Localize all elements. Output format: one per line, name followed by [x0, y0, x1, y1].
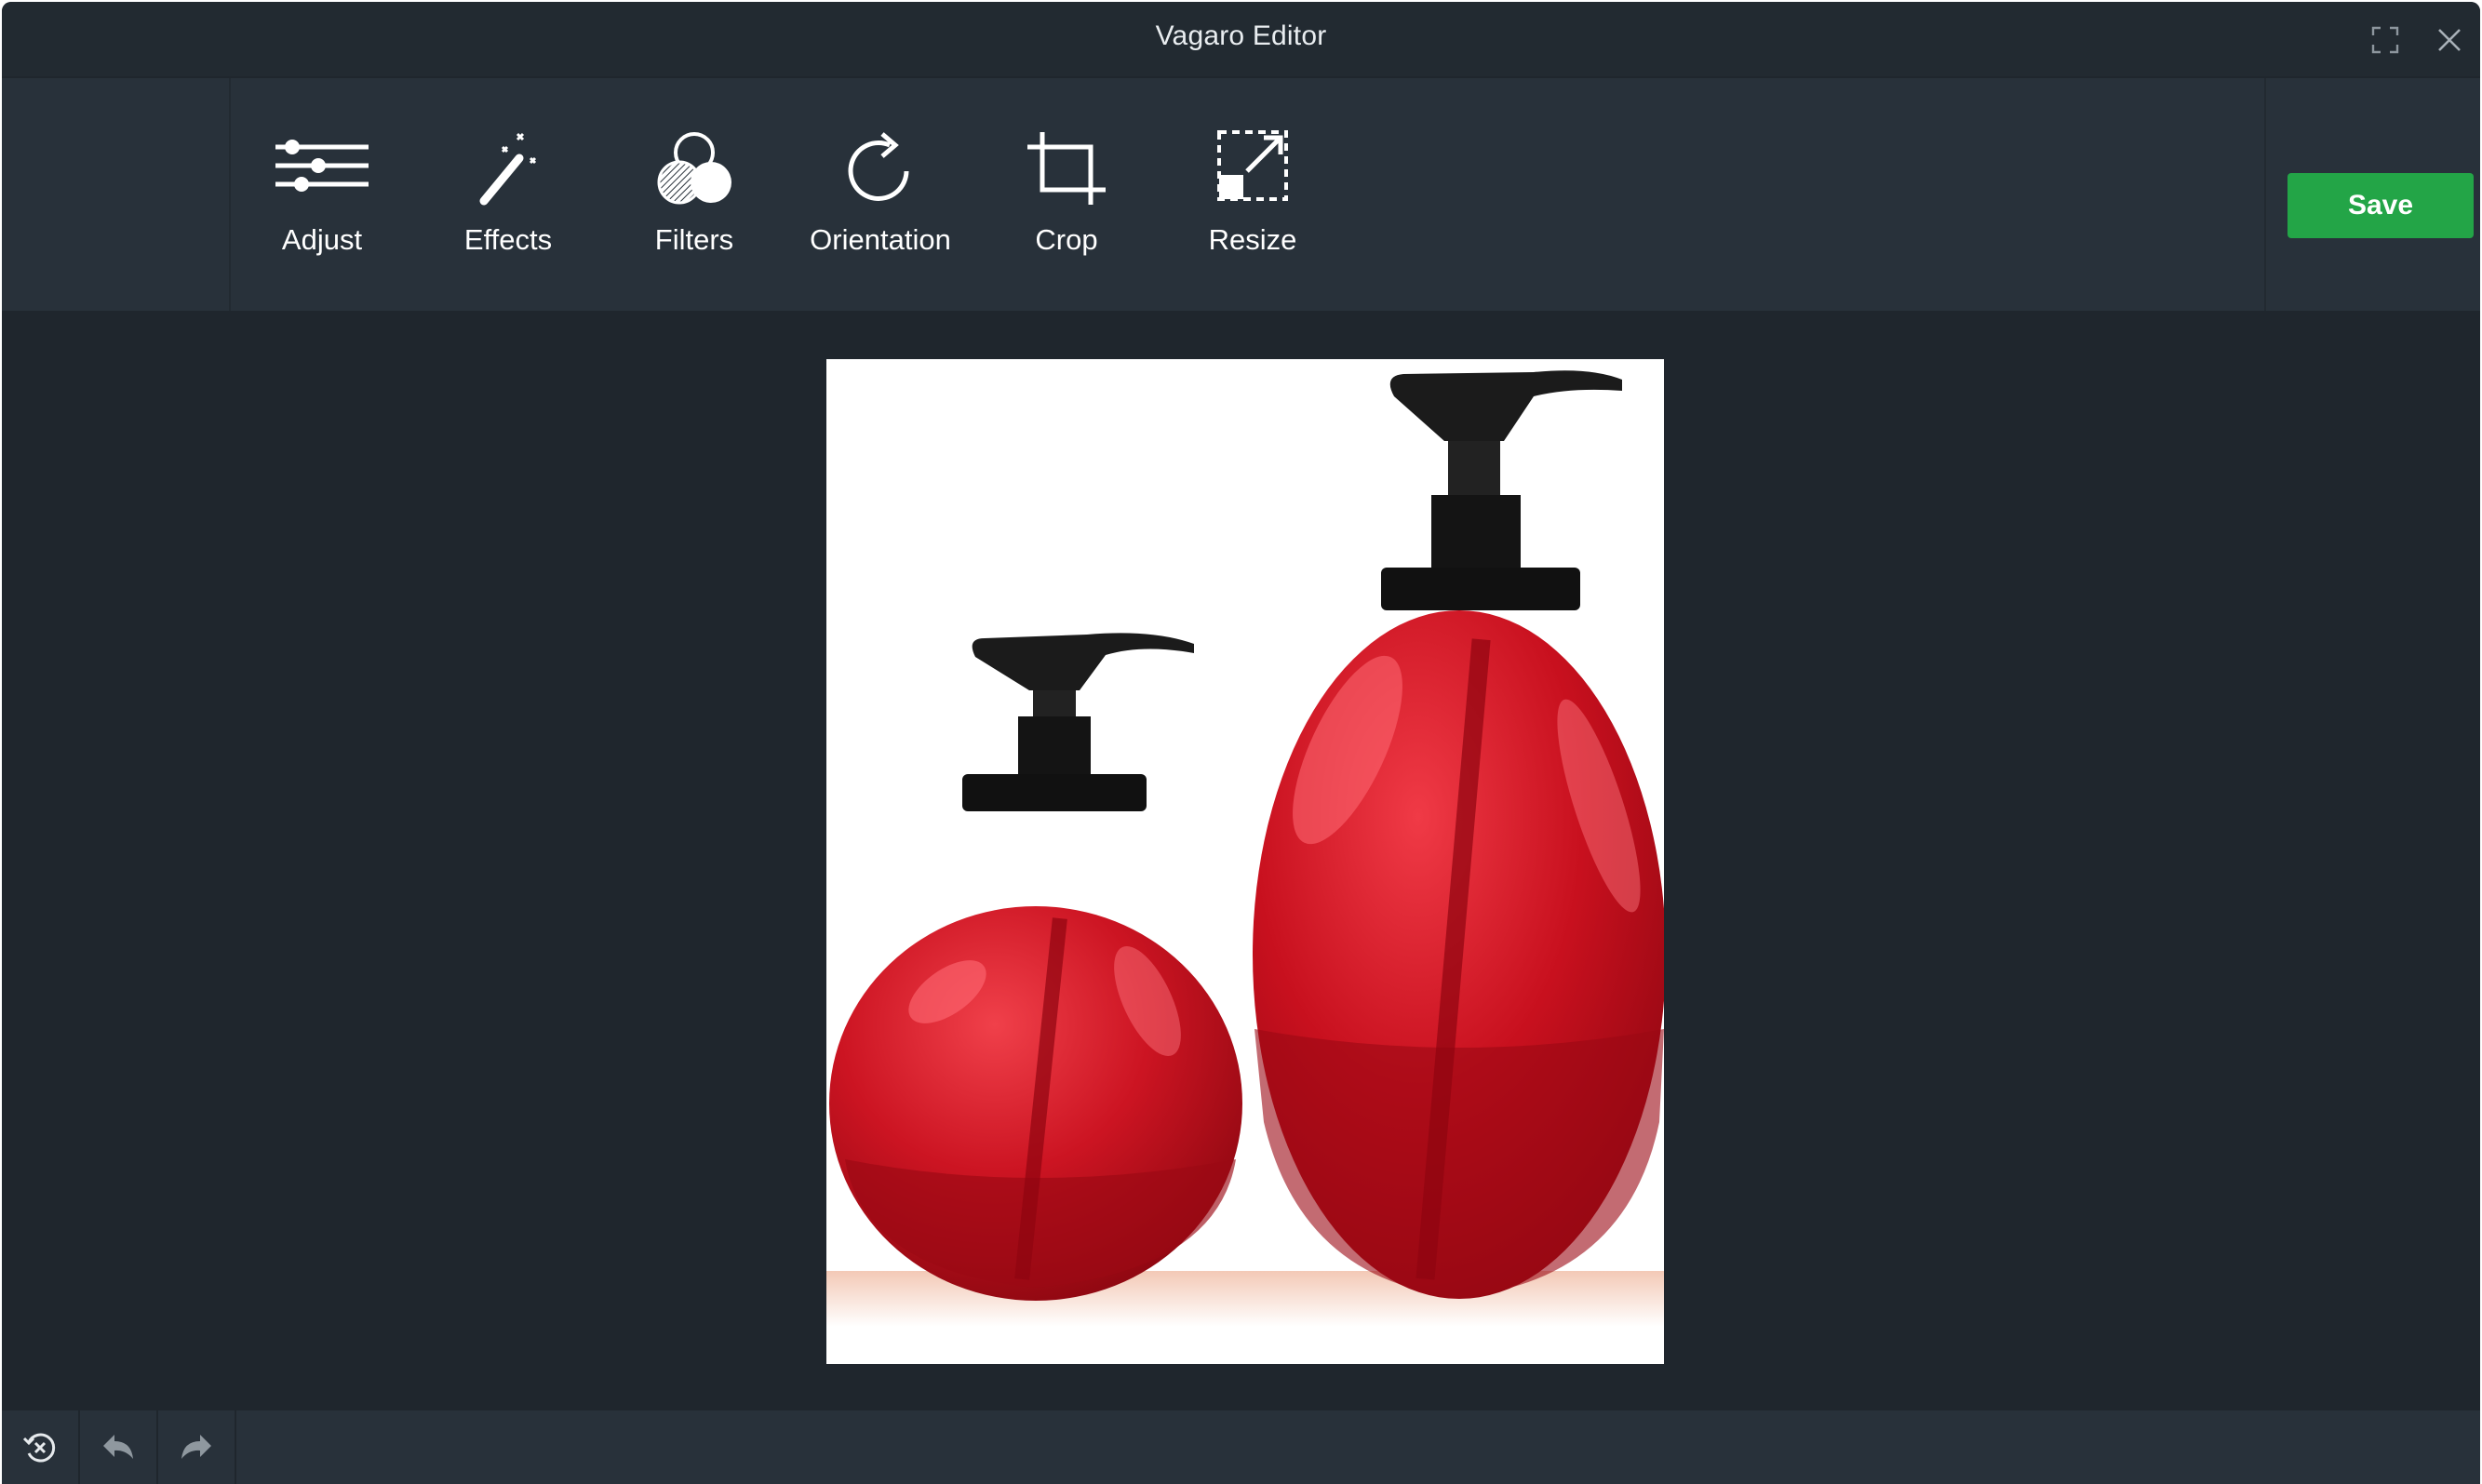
tool-label: Adjust	[281, 223, 363, 256]
bottom-bar	[2, 1410, 2480, 1484]
window-title: Vagaro Editor	[1155, 20, 1327, 51]
redo-button[interactable]	[158, 1410, 236, 1484]
tool-orientation[interactable]: Orientation	[787, 78, 973, 311]
edited-image[interactable]	[826, 359, 1664, 1364]
rotate-icon	[834, 128, 927, 207]
toolbar-left-panel	[2, 78, 231, 311]
undo-icon	[103, 1435, 133, 1459]
tool-crop[interactable]: Crop	[973, 78, 1160, 311]
tool-filters[interactable]: Filters	[601, 78, 787, 311]
magic-wand-icon	[462, 128, 555, 207]
title-bar: Vagaro Editor	[2, 2, 2480, 76]
sliders-icon	[275, 128, 369, 207]
close-icon[interactable]	[2434, 24, 2465, 56]
reset-button[interactable]	[2, 1410, 80, 1484]
resize-icon	[1206, 128, 1299, 207]
tool-label: Resize	[1208, 223, 1297, 256]
fullscreen-icon[interactable]	[2369, 24, 2401, 56]
tool-label: Crop	[1035, 223, 1098, 256]
filter-circles-icon	[648, 128, 741, 207]
editor-window: Vagaro Editor Adjust Effects Filters Ori…	[2, 2, 2480, 1484]
tool-adjust[interactable]: Adjust	[229, 78, 415, 311]
redo-icon	[181, 1435, 211, 1459]
crop-icon	[1020, 128, 1113, 207]
editor-canvas	[2, 311, 2480, 1410]
save-button[interactable]: Save	[2287, 173, 2474, 238]
tool-label: Orientation	[810, 223, 951, 256]
tool-resize[interactable]: Resize	[1160, 78, 1346, 311]
tool-label: Effects	[463, 223, 553, 256]
undo-button[interactable]	[80, 1410, 158, 1484]
tool-label: Filters	[654, 223, 734, 256]
toolbar: Adjust Effects Filters Orientation Crop …	[2, 78, 2480, 311]
tool-effects[interactable]: Effects	[415, 78, 601, 311]
reset-icon	[22, 1433, 56, 1463]
